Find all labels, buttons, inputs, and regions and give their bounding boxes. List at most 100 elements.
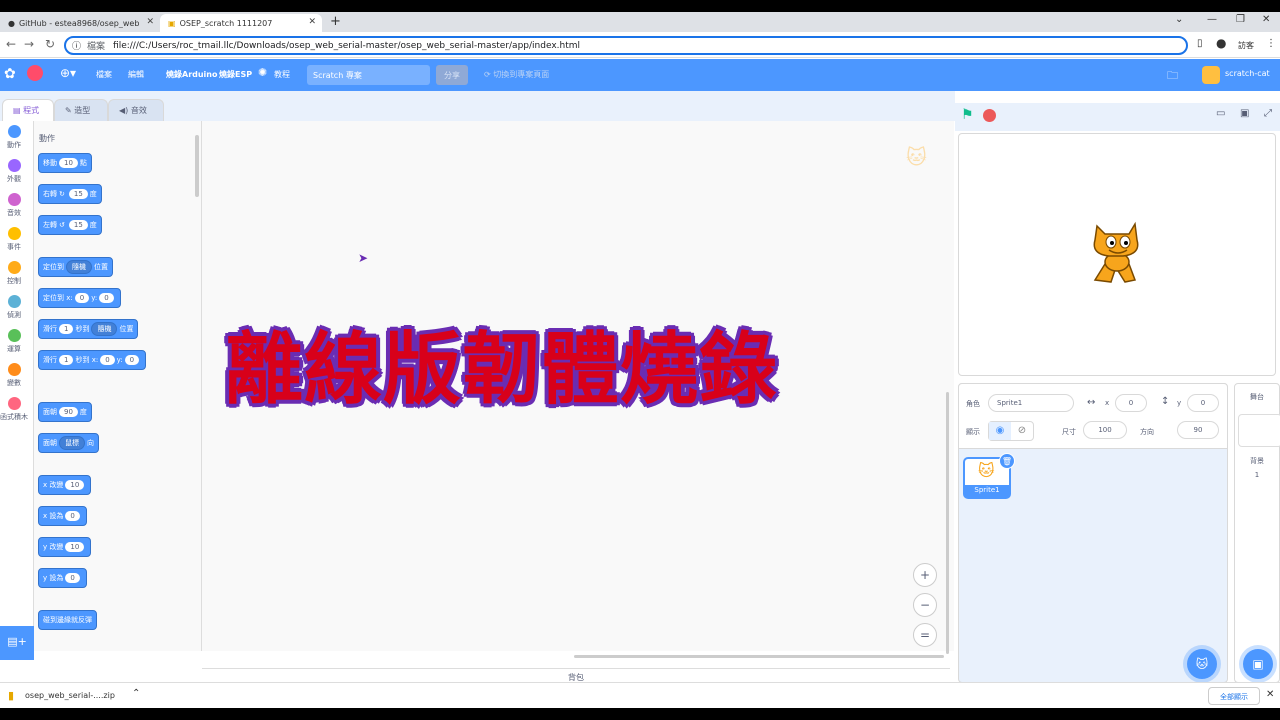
- direction-input[interactable]: 90: [1177, 421, 1219, 439]
- block-input[interactable]: 0: [100, 355, 115, 365]
- category-sensing[interactable]: 偵測: [0, 295, 28, 320]
- block-input[interactable]: 90: [59, 407, 78, 417]
- size-input[interactable]: 100: [1083, 421, 1127, 439]
- brand-logo-icon[interactable]: [27, 65, 43, 81]
- share-button[interactable]: 分享: [436, 65, 468, 85]
- block-input[interactable]: 10: [65, 480, 85, 490]
- palette-scrollbar[interactable]: [195, 135, 199, 197]
- block-glide-xy[interactable]: 滑行 1 秒到 x: 0 y: 0: [38, 350, 147, 370]
- menu-edit[interactable]: 編輯: [128, 69, 144, 80]
- close-icon[interactable]: ✕: [308, 17, 316, 27]
- project-title-input[interactable]: Scratch 專案: [307, 65, 430, 85]
- block-point-direction[interactable]: 面朝 90 度: [38, 402, 92, 422]
- block-change-x[interactable]: x 改變 10: [38, 475, 92, 495]
- fullscreen-icon[interactable]: ⤢: [1264, 108, 1272, 119]
- block-input[interactable]: 0: [99, 293, 114, 303]
- new-tab-button[interactable]: +: [330, 14, 341, 29]
- language-globe-icon[interactable]: ⊕▾: [60, 66, 76, 80]
- green-flag-icon[interactable]: ⚑: [961, 107, 974, 123]
- block-dropdown[interactable]: 隨機: [66, 260, 92, 274]
- workspace-scrollbar-v[interactable]: [946, 392, 949, 654]
- block-input[interactable]: 0: [65, 573, 80, 583]
- add-backdrop-button[interactable]: ▣: [1243, 649, 1273, 679]
- user-name[interactable]: scratch-cat: [1225, 69, 1270, 78]
- block-turn-right[interactable]: 右轉 ↻ 15 度: [38, 184, 102, 204]
- category-control[interactable]: 控制: [0, 261, 28, 286]
- block-goto[interactable]: 定位到 隨機 位置: [38, 257, 113, 277]
- profile-label[interactable]: 訪客: [1238, 40, 1254, 51]
- category-variables[interactable]: 變數: [0, 363, 28, 388]
- reload-icon[interactable]: ↻: [45, 37, 55, 51]
- category-looks[interactable]: 外觀: [0, 159, 28, 184]
- menu-burn-esp[interactable]: 燒錄ESP: [219, 69, 252, 80]
- show-all-button[interactable]: 全部顯示: [1208, 687, 1260, 705]
- eye-hidden-icon[interactable]: ⊘: [1011, 422, 1033, 440]
- block-input[interactable]: 1: [59, 355, 74, 365]
- block-input[interactable]: 10: [59, 158, 78, 168]
- x-input[interactable]: 0: [1115, 394, 1147, 412]
- workspace-scrollbar-h[interactable]: [574, 655, 944, 658]
- category-motion[interactable]: 動作: [0, 125, 28, 150]
- large-stage-icon[interactable]: ▣: [1240, 108, 1249, 119]
- block-input[interactable]: 1: [59, 324, 74, 334]
- address-bar[interactable]: ⓘ 檔案 file:///C:/Users/roc_tmail.llc/Down…: [64, 36, 1188, 55]
- menu-tutorial[interactable]: 教程: [274, 69, 290, 80]
- block-dropdown[interactable]: 鼠標: [59, 436, 85, 450]
- tab-costumes[interactable]: ✎ 造型: [54, 99, 108, 121]
- add-extension-button[interactable]: ▤+: [0, 626, 34, 660]
- block-dropdown[interactable]: 隨機: [91, 322, 118, 336]
- category-operators[interactable]: 運算: [0, 329, 28, 354]
- block-bounce[interactable]: 碰到邊緣就反彈: [38, 610, 97, 630]
- block-input[interactable]: 15: [68, 220, 88, 230]
- folder-icon[interactable]: 🗀: [1167, 67, 1178, 86]
- menu-icon[interactable]: ⋮: [1266, 38, 1276, 49]
- block-input[interactable]: 0: [74, 293, 90, 303]
- stage-selector[interactable]: 舞台 背景 1: [1234, 383, 1280, 683]
- sprite-name-input[interactable]: Sprite1: [988, 394, 1074, 412]
- zoom-out-button[interactable]: −: [913, 593, 937, 617]
- back-icon[interactable]: ←: [6, 37, 16, 51]
- tab-sounds[interactable]: ◀) 音效: [108, 99, 164, 121]
- stage-canvas[interactable]: [958, 133, 1276, 376]
- menu-file[interactable]: 檔案: [96, 69, 112, 80]
- category-events[interactable]: 事件: [0, 227, 28, 252]
- block-input[interactable]: 0: [124, 355, 140, 365]
- add-sprite-button[interactable]: 🐱: [1187, 649, 1217, 679]
- tab-osep-scratch[interactable]: ▣ OSEP_scratch 1111207 ✕: [160, 14, 322, 32]
- url-text[interactable]: file:///C:/Users/roc_tmail.llc/Downloads…: [113, 41, 580, 51]
- block-turn-left[interactable]: 左轉 ↺ 15 度: [38, 215, 102, 235]
- osep-logo-icon[interactable]: ✿: [4, 66, 16, 82]
- block-point-towards[interactable]: 面朝 鼠標向: [38, 433, 99, 453]
- zoom-in-button[interactable]: +: [913, 563, 937, 587]
- forward-icon[interactable]: →: [24, 37, 34, 51]
- block-move[interactable]: 移動 10 點: [38, 153, 92, 173]
- profile-icon[interactable]: ●: [1216, 36, 1226, 50]
- minimize-icon[interactable]: —: [1207, 14, 1217, 25]
- close-window-icon[interactable]: ✕: [1262, 14, 1270, 25]
- chevron-up-icon[interactable]: ⌃: [132, 688, 140, 699]
- tutorial-bulb-icon[interactable]: ✺: [258, 66, 267, 79]
- sidepanel-icon[interactable]: ▯: [1197, 38, 1203, 49]
- block-set-x[interactable]: x 設為 0: [38, 506, 87, 526]
- close-icon[interactable]: ✕: [1266, 689, 1274, 700]
- tab-github[interactable]: ● GitHub - estea8968/osep_web ✕: [0, 14, 160, 32]
- delete-sprite-icon[interactable]: 🗑: [999, 453, 1015, 469]
- chevron-down-icon[interactable]: ⌄: [1175, 14, 1183, 25]
- avatar[interactable]: [1202, 66, 1220, 84]
- category-my-blocks[interactable]: 函式積木: [0, 397, 28, 422]
- block-input[interactable]: 0: [65, 511, 80, 521]
- maximize-icon[interactable]: ❐: [1236, 14, 1245, 25]
- see-project-page-button[interactable]: ⟳ 切換到專案頁面: [484, 69, 549, 80]
- close-icon[interactable]: ✕: [146, 17, 154, 27]
- block-goto-xy[interactable]: 定位到 x: 0 y: 0: [38, 288, 121, 308]
- small-stage-icon[interactable]: ▭: [1216, 108, 1225, 119]
- block-input[interactable]: 10: [65, 542, 85, 552]
- y-input[interactable]: 0: [1187, 394, 1219, 412]
- download-file-name[interactable]: osep_web_serial-....zip: [25, 691, 115, 700]
- tab-code[interactable]: ▤ 程式: [2, 99, 54, 121]
- category-sound[interactable]: 音效: [0, 193, 28, 218]
- block-set-y[interactable]: y 設為 0: [38, 568, 87, 588]
- block-glide[interactable]: 滑行 1 秒到 隨機 位置: [38, 319, 139, 339]
- block-input[interactable]: 15: [68, 189, 88, 199]
- menu-burn-arduino[interactable]: 燒錄Arduino: [166, 69, 218, 80]
